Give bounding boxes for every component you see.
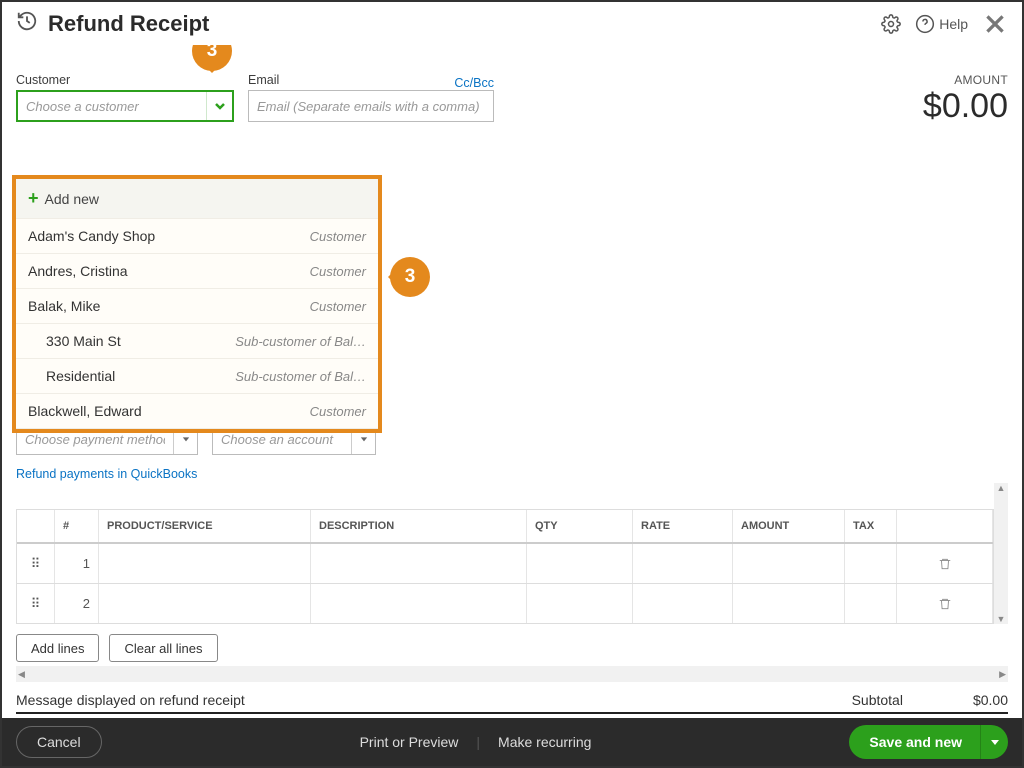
callout-3-top: 3: [192, 45, 232, 71]
customer-caret[interactable]: [206, 92, 232, 120]
message-label: Message displayed on refund receipt: [16, 692, 245, 708]
col-num: #: [55, 510, 99, 542]
close-button[interactable]: [982, 11, 1008, 37]
callout-3-side: 3: [390, 257, 430, 297]
col-rate: RATE: [633, 510, 733, 542]
save-caret-icon[interactable]: [980, 725, 1008, 759]
email-label: Email: [248, 73, 279, 87]
col-product: PRODUCT/SERVICE: [99, 510, 311, 542]
dropdown-item[interactable]: Adam's Candy Shop Customer: [16, 219, 378, 254]
table-hscroll[interactable]: ◀▶: [16, 666, 1008, 682]
customer-dropdown[interactable]: [16, 90, 234, 122]
settings-button[interactable]: [881, 14, 901, 34]
dropdown-add-new[interactable]: +Add new: [16, 179, 378, 219]
dropdown-subitem[interactable]: 330 Main St Sub-customer of Bal…: [16, 324, 378, 359]
drag-handle-icon[interactable]: ⠿: [17, 584, 55, 623]
print-preview-button[interactable]: Print or Preview: [360, 734, 459, 750]
plus-icon: +: [28, 188, 39, 208]
table-row[interactable]: ⠿ 2: [17, 584, 993, 624]
clear-lines-button[interactable]: Clear all lines: [109, 634, 217, 662]
drag-handle-icon[interactable]: ⠿: [17, 544, 55, 583]
subtotal-value: $0.00: [973, 692, 1008, 708]
email-input[interactable]: [248, 90, 494, 122]
dropdown-item[interactable]: Balak, Mike Customer: [16, 289, 378, 324]
subtotal-label: Subtotal: [852, 692, 903, 708]
col-description: DESCRIPTION: [311, 510, 527, 542]
help-label: Help: [939, 16, 968, 32]
col-tax: TAX: [845, 510, 897, 542]
history-icon: [16, 10, 38, 37]
line-items-table: # PRODUCT/SERVICE DESCRIPTION QTY RATE A…: [16, 509, 994, 624]
refund-payments-link[interactable]: Refund payments in QuickBooks: [16, 467, 197, 481]
amount-value: $0.00: [923, 87, 1008, 126]
customer-input[interactable]: [18, 92, 206, 120]
dropdown-item[interactable]: Blackwell, Edward Customer: [16, 394, 378, 429]
add-lines-button[interactable]: Add lines: [16, 634, 99, 662]
make-recurring-button[interactable]: Make recurring: [498, 734, 591, 750]
customer-label: Customer: [16, 73, 234, 87]
delete-row-button[interactable]: [897, 584, 993, 623]
page-title: Refund Receipt: [48, 11, 871, 37]
table-row[interactable]: ⠿ 1: [17, 544, 993, 584]
dropdown-subitem[interactable]: Residential Sub-customer of Bal…: [16, 359, 378, 394]
ccbcc-link[interactable]: Cc/Bcc: [454, 76, 494, 90]
cancel-button[interactable]: Cancel: [16, 726, 102, 758]
help-button[interactable]: Help: [915, 14, 968, 34]
footer-bar: Cancel Print or Preview | Make recurring…: [2, 718, 1022, 766]
dropdown-item[interactable]: Andres, Cristina Customer: [16, 254, 378, 289]
amount-label: AMOUNT: [923, 73, 1008, 87]
customer-dropdown-panel: +Add new Adam's Candy Shop Customer Andr…: [12, 175, 382, 433]
delete-row-button[interactable]: [897, 544, 993, 583]
save-and-new-button[interactable]: Save and new: [849, 725, 1008, 759]
col-qty: QTY: [527, 510, 633, 542]
table-vscroll[interactable]: ▲▼: [994, 483, 1008, 624]
col-amount: AMOUNT: [733, 510, 845, 542]
